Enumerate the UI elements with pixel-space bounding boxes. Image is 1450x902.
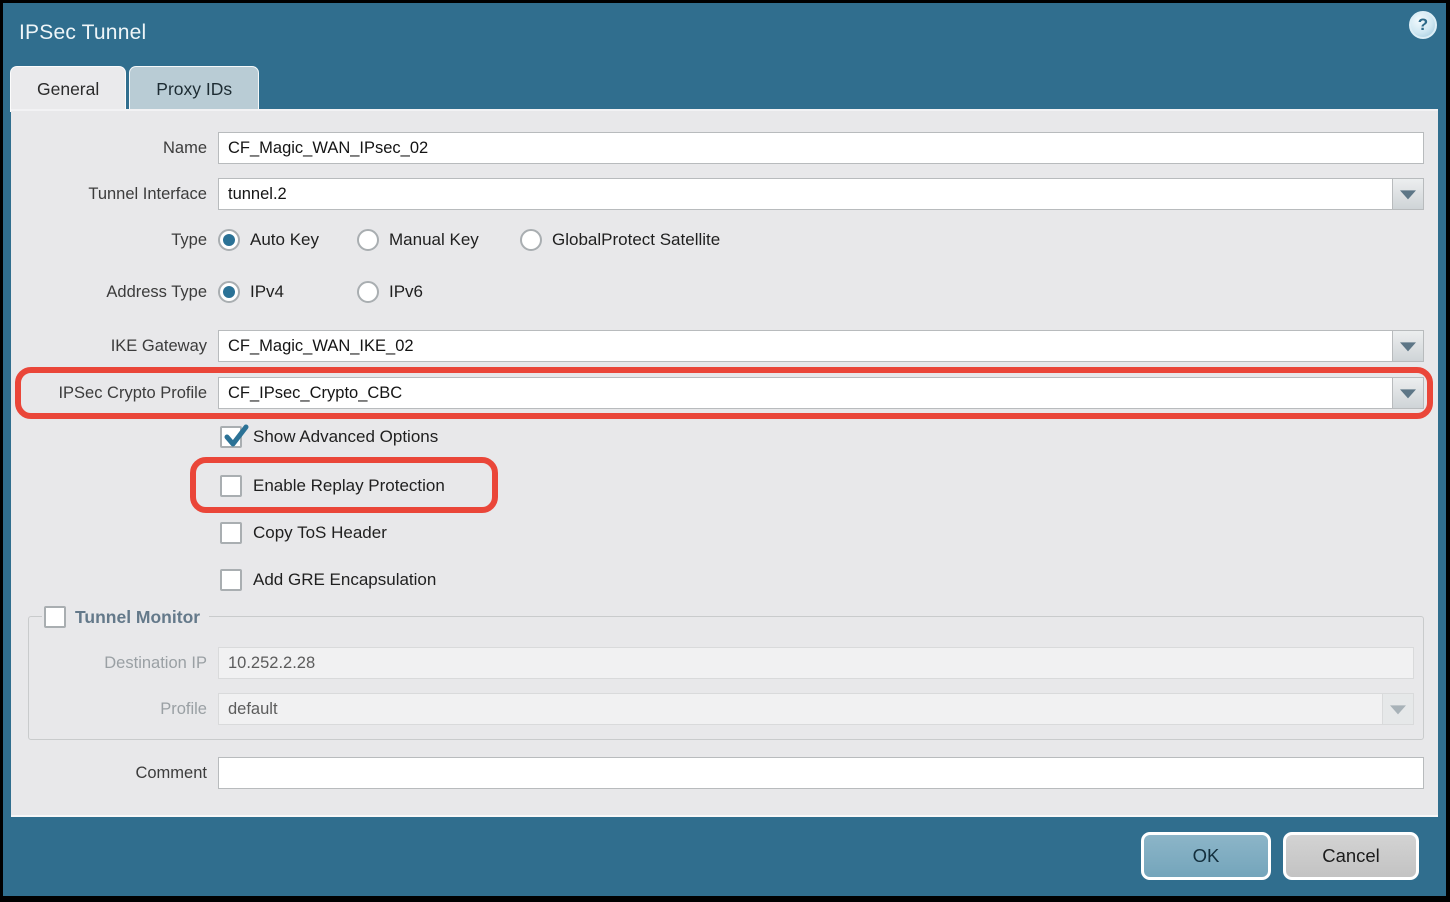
name-row: Name [11, 132, 1424, 164]
copy-tos-header-label: Copy ToS Header [253, 523, 387, 543]
ipsec-crypto-profile-field-wrap [218, 377, 1424, 409]
tunnel-interface-field-wrap [218, 178, 1424, 210]
tunnel-monitor-checkbox[interactable] [44, 606, 66, 628]
add-gre-encapsulation-checkbox-row[interactable]: Add GRE Encapsulation [220, 566, 436, 594]
ipv4-radio[interactable] [218, 281, 240, 303]
destination-ip-input [218, 647, 1414, 679]
profile-label: Profile [11, 700, 207, 719]
enable-replay-protection-checkbox[interactable] [220, 475, 242, 497]
add-gre-encapsulation-label: Add GRE Encapsulation [253, 570, 436, 590]
ike-gateway-row: IKE Gateway [11, 330, 1424, 362]
auto-key-label: Auto Key [250, 230, 319, 250]
show-advanced-options-label: Show Advanced Options [253, 427, 438, 447]
show-advanced-options-checkbox-row[interactable]: Show Advanced Options [220, 423, 438, 451]
help-icon-glyph: ? [1418, 15, 1428, 35]
ipv6-radio[interactable] [357, 281, 379, 303]
type-label: Type [11, 231, 207, 250]
ipv4-label: IPv4 [250, 282, 284, 302]
add-gre-encapsulation-checkbox[interactable] [220, 569, 242, 591]
type-option-globalprotect-satellite[interactable]: GlobalProtect Satellite [520, 229, 720, 251]
tunnel-monitor-label: Tunnel Monitor [75, 607, 200, 628]
globalprotect-satellite-radio[interactable] [520, 229, 542, 251]
tunnel-monitor-legend[interactable]: Tunnel Monitor [42, 604, 209, 630]
destination-ip-field-wrap [218, 647, 1414, 679]
profile-input [218, 693, 1414, 725]
ike-gateway-field-wrap [218, 330, 1424, 362]
enable-replay-protection-label: Enable Replay Protection [253, 476, 445, 496]
destination-ip-label: Destination IP [11, 654, 207, 673]
general-tab-panel: Name Tunnel Interface Type Auto Key Manu… [11, 109, 1438, 817]
cancel-button[interactable]: Cancel [1283, 832, 1419, 880]
ipsec-crypto-profile-input[interactable] [218, 377, 1424, 409]
tab-bar: General Proxy IDs [10, 66, 259, 112]
tab-general-label: General [37, 79, 99, 100]
checkmark-icon [222, 424, 250, 452]
ipsec-tunnel-dialog: IPSec Tunnel ? General Proxy IDs Name Tu… [3, 3, 1446, 896]
profile-row: Profile [11, 693, 1414, 725]
auto-key-radio[interactable] [218, 229, 240, 251]
dialog-titlebar: IPSec Tunnel ? [3, 3, 1446, 63]
ipsec-crypto-profile-row: IPSec Crypto Profile [11, 377, 1424, 409]
ike-gateway-input[interactable] [218, 330, 1424, 362]
manual-key-label: Manual Key [389, 230, 479, 250]
globalprotect-satellite-label: GlobalProtect Satellite [552, 230, 720, 250]
profile-field-wrap [218, 693, 1414, 725]
dialog-title: IPSec Tunnel [19, 21, 146, 45]
tunnel-interface-dropdown-button[interactable] [1392, 178, 1424, 210]
address-type-label: Address Type [11, 283, 207, 302]
name-input[interactable] [218, 132, 1424, 164]
tab-proxy-ids[interactable]: Proxy IDs [129, 66, 259, 112]
ike-gateway-dropdown-button[interactable] [1392, 330, 1424, 362]
comment-field-wrap [218, 757, 1424, 789]
tab-general[interactable]: General [10, 66, 126, 112]
profile-dropdown-button [1382, 693, 1414, 725]
enable-replay-protection-checkbox-row[interactable]: Enable Replay Protection [220, 472, 445, 500]
copy-tos-header-checkbox[interactable] [220, 522, 242, 544]
type-option-manual-key[interactable]: Manual Key [357, 229, 520, 251]
tab-proxy-ids-label: Proxy IDs [156, 79, 232, 100]
comment-input[interactable] [218, 757, 1424, 789]
dialog-footer: OK Cancel [3, 818, 1446, 896]
tunnel-interface-label: Tunnel Interface [11, 185, 207, 204]
help-icon[interactable]: ? [1409, 11, 1437, 39]
name-label: Name [11, 139, 207, 158]
copy-tos-header-checkbox-row[interactable]: Copy ToS Header [220, 519, 387, 547]
address-type-option-ipv4[interactable]: IPv4 [218, 281, 357, 303]
ipsec-crypto-profile-dropdown-button[interactable] [1392, 377, 1424, 409]
manual-key-radio[interactable] [357, 229, 379, 251]
destination-ip-row: Destination IP [11, 647, 1414, 679]
ipv6-label: IPv6 [389, 282, 423, 302]
ipsec-crypto-profile-label: IPSec Crypto Profile [11, 384, 207, 403]
comment-label: Comment [11, 764, 207, 783]
show-advanced-options-checkbox[interactable] [220, 426, 242, 448]
type-option-auto-key[interactable]: Auto Key [218, 229, 357, 251]
comment-row: Comment [11, 757, 1424, 789]
ok-button[interactable]: OK [1141, 832, 1271, 880]
address-type-row: Address Type IPv4 IPv6 [11, 279, 1424, 305]
type-row: Type Auto Key Manual Key GlobalProtect S… [11, 227, 1424, 253]
ike-gateway-label: IKE Gateway [11, 337, 207, 356]
tunnel-interface-row: Tunnel Interface [11, 178, 1424, 210]
name-field-wrap [218, 132, 1424, 164]
address-type-option-ipv6[interactable]: IPv6 [357, 281, 423, 303]
tunnel-interface-input[interactable] [218, 178, 1424, 210]
